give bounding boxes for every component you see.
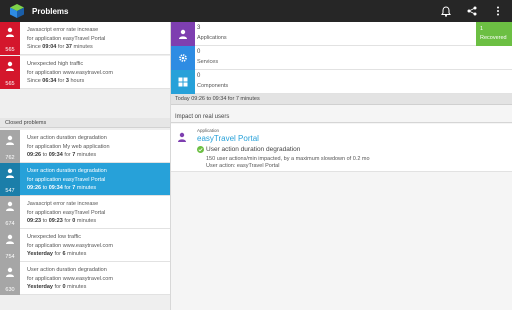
impact-details: 150 user actions/min impacted, by a maxi… <box>206 156 370 162</box>
closed-problem-item[interactable]: 674 Javascript error rate increase for a… <box>0 196 170 229</box>
problem-status-stripe: 547 <box>0 163 20 196</box>
problem-subject: for application easyTravel Portal <box>27 209 106 216</box>
affected-applications[interactable]: 3 Applications 1 Recovered <box>171 22 512 46</box>
problem-subject: for application www.easytravel.com <box>27 275 113 282</box>
problem-title: Javascript error rate increase <box>27 201 99 207</box>
components-count: 0 <box>197 73 201 79</box>
user-icon <box>6 201 14 211</box>
impact-title: User action duration degradation <box>206 146 301 153</box>
recovered-badge: 1 Recovered <box>476 22 512 46</box>
applications-count: 3 <box>197 25 201 31</box>
problem-time: Since 06:34 for 3 hours <box>27 78 85 84</box>
user-icon <box>6 27 14 37</box>
problem-title: User action duration degradation <box>27 267 107 273</box>
components-label: Components <box>197 83 229 89</box>
share-icon[interactable] <box>466 5 478 17</box>
problem-title: Unexpected low traffic <box>27 234 82 240</box>
user-icon <box>179 29 187 39</box>
app-logo-icon <box>10 4 24 18</box>
problem-id: 547 <box>5 188 15 194</box>
problem-timeframe: Today 09:26 to 09:34 for 7 minutes <box>171 94 512 105</box>
problem-status-stripe: 630 <box>0 262 20 295</box>
recovered-count: 1 <box>480 26 484 32</box>
impact-entity-name[interactable]: easyTravel Portal <box>197 134 259 143</box>
problem-subject: for application easyTravel Portal <box>27 176 106 183</box>
applications-label: Applications <box>197 35 227 41</box>
problem-status-stripe: 565 <box>0 22 20 55</box>
impact-entity-type: Application <box>197 128 220 133</box>
affected-components[interactable]: 0 Components <box>171 70 512 94</box>
problem-subject: for application www.easytravel.com <box>27 69 113 76</box>
problem-id: 565 <box>5 81 15 87</box>
app-bar: Problems <box>0 0 512 22</box>
problem-time: Yesterday for 0 minutes <box>27 284 87 290</box>
problem-id: 565 <box>5 47 15 53</box>
problem-status-stripe: 674 <box>0 196 20 229</box>
closed-problem-item[interactable]: 762 User action duration degradation for… <box>0 130 170 163</box>
impact-user-action: User action: easyTravel Portal <box>206 163 280 169</box>
applications-tile <box>171 22 195 46</box>
services-tile <box>171 46 195 70</box>
problem-status-stripe: 565 <box>0 56 20 89</box>
problem-time: Yesterday for 6 minutes <box>27 251 87 257</box>
user-icon <box>6 135 14 145</box>
open-problem-item[interactable]: 565 Javascript error rate increase for a… <box>0 22 170 55</box>
problem-id: 630 <box>5 287 15 293</box>
impact-section-header: Impact on real users <box>171 112 512 123</box>
components-tile <box>171 70 195 94</box>
open-problem-item[interactable]: 565 Unexpected high traffic for applicat… <box>0 56 170 89</box>
affected-services[interactable]: 0 Services <box>171 46 512 70</box>
problem-subject: for application My web application <box>27 143 110 150</box>
user-icon <box>6 61 14 71</box>
notifications-bell-icon[interactable] <box>440 5 452 17</box>
overflow-menu-icon[interactable] <box>492 5 504 17</box>
closed-problems-header: Closed problems <box>0 118 170 128</box>
closed-problem-item-selected[interactable]: 547 User action duration degradation for… <box>0 163 170 196</box>
services-count: 0 <box>197 49 201 55</box>
problem-detail: 3 Applications 1 Recovered 0 Services 0 … <box>171 22 512 310</box>
check-circle-icon <box>197 146 204 153</box>
problem-id: 754 <box>5 254 15 260</box>
gear-icon <box>179 54 187 62</box>
problem-id: 674 <box>5 221 15 227</box>
problem-title: User action duration degradation <box>27 168 107 174</box>
user-icon <box>6 267 14 277</box>
problem-time: 09:23 to 09:23 for 0 minutes <box>27 218 97 224</box>
recovered-label: Recovered <box>480 35 507 41</box>
problem-id: 762 <box>5 155 15 161</box>
problem-time: Since 09:04 for 37 minutes <box>27 44 93 50</box>
problem-time: 09:26 to 09:34 for 7 minutes <box>27 152 97 158</box>
impact-card[interactable]: Application easyTravel Portal User actio… <box>171 124 512 172</box>
problem-title: Unexpected high traffic <box>27 61 84 67</box>
services-label: Services <box>197 59 219 65</box>
problem-time: 09:26 to 09:34 for 7 minutes <box>27 185 97 191</box>
problem-status-stripe: 762 <box>0 130 20 163</box>
grid-icon <box>178 77 188 87</box>
problem-subject: for application easyTravel Portal <box>27 35 106 42</box>
closed-problem-item[interactable]: 630 User action duration degradation for… <box>0 262 170 295</box>
problems-list: 565 Javascript error rate increase for a… <box>0 22 170 310</box>
user-icon <box>6 168 14 178</box>
user-icon <box>6 234 14 244</box>
application-user-icon <box>178 132 186 142</box>
problem-status-stripe: 754 <box>0 229 20 262</box>
problem-subject: for application www.easytravel.com <box>27 242 113 249</box>
closed-problem-item[interactable]: 754 Unexpected low traffic for applicati… <box>0 229 170 262</box>
problem-title: User action duration degradation <box>27 135 107 141</box>
app-title: Problems <box>32 6 69 16</box>
problem-title: Javascript error rate increase <box>27 27 99 33</box>
